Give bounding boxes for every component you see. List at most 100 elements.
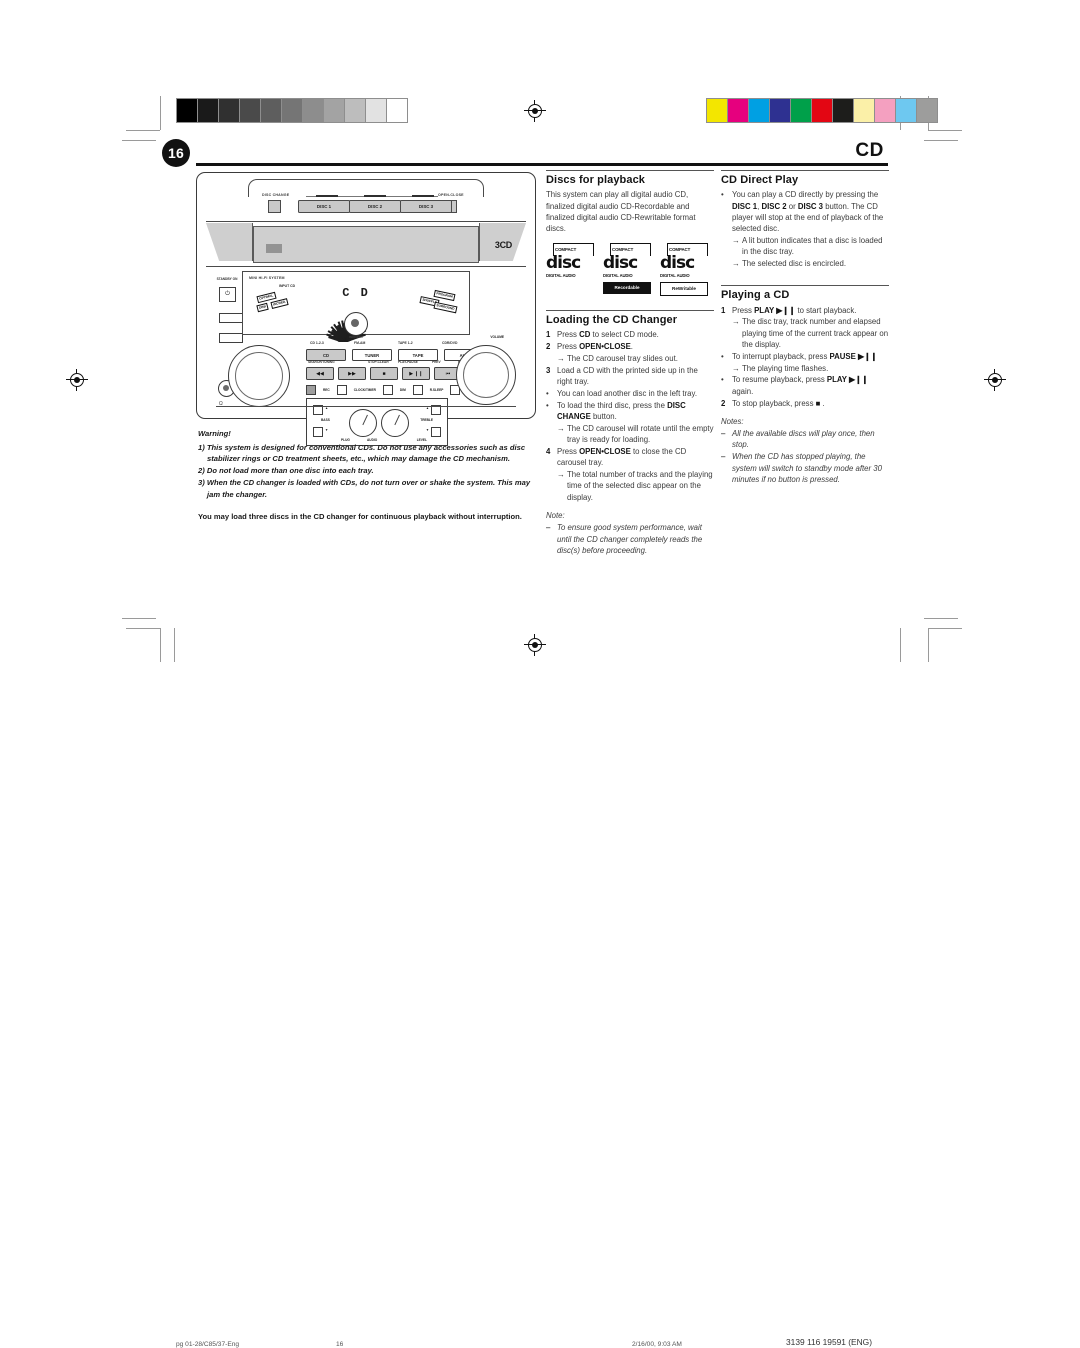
- section-rule: [721, 170, 889, 171]
- fast-forward-button[interactable]: ▶▶: [338, 367, 366, 380]
- step-marker: →: [557, 470, 565, 480]
- open-close-label: OPEN-CLOSE: [438, 193, 464, 197]
- stop-button[interactable]: ■: [370, 367, 398, 380]
- instruction-step: • To load the third disc, press the DISC …: [546, 400, 714, 423]
- page-footer: pg 01-28/C85/37-Eng 16 2/16/00, 9:03 AM …: [0, 703, 1080, 1348]
- text-column-right: CD Direct Play • You can play a CD direct…: [721, 170, 889, 486]
- source-caption-aux: CDR/DVD: [442, 341, 458, 345]
- bass-label: BASS: [321, 418, 330, 422]
- instruction-step: 3 Load a CD with the printed side up in t…: [546, 365, 714, 388]
- registration-mark-top: [524, 100, 546, 122]
- step-marker: 4: [546, 446, 551, 456]
- step-text: You can play a CD directly by pressing t…: [732, 190, 884, 234]
- calibration-swatch-4: [261, 99, 282, 122]
- transport-caption-stop: STOP-CLEAR: [368, 360, 389, 364]
- cd-logo-disc-word: disc: [660, 252, 695, 273]
- sleep-button[interactable]: [412, 385, 423, 395]
- record-indicator[interactable]: [306, 385, 316, 395]
- step-marker: →: [732, 259, 740, 269]
- section-heading: Playing a CD: [721, 289, 790, 302]
- calibration-swatch-7: [854, 99, 875, 122]
- section-heading: Discs for playback: [546, 174, 646, 186]
- cd-emblem: [266, 244, 282, 253]
- transport-caption-search: SEARCH/TUNING: [308, 360, 335, 364]
- rewind-button[interactable]: ◀◀: [306, 367, 334, 380]
- section-body: This system can play all digital audio C…: [546, 190, 696, 234]
- calibration-swatch-5: [812, 99, 833, 122]
- cd-logo: COMPACT disc DIGITAL AUDIO Recordable: [603, 243, 651, 296]
- disc-dash-2: [364, 195, 386, 198]
- step-text: The disc tray, track number and elapsed …: [742, 317, 889, 350]
- note-marker: –: [546, 523, 551, 533]
- instruction-step: → The CD carousel tray slides out.: [546, 353, 714, 364]
- disc-2-button[interactable]: DISC 2: [349, 200, 401, 213]
- carousel-face: [253, 226, 479, 263]
- calibration-swatch-1: [728, 99, 749, 122]
- calibration-swatch-3: [240, 99, 261, 122]
- note-block: Notes: – All the available discs will pla…: [721, 416, 889, 485]
- step-text: Press OPEN•CLOSE to close the CD carouse…: [557, 446, 687, 468]
- step-text: Press PLAY ▶❙❙ to start playback.: [732, 305, 857, 315]
- treble-label: TREBLE: [420, 418, 433, 422]
- cd-logo-digital-audio-label: DIGITAL AUDIO: [660, 272, 690, 278]
- instruction-step: → A lit button indicates that a disc is l…: [721, 235, 889, 258]
- step-marker: •: [721, 375, 724, 385]
- note-text: To ensure good system performance, wait …: [557, 523, 703, 555]
- mini-label-dim: DIM: [399, 388, 406, 392]
- standby-label: STANDBY ON: [216, 277, 238, 281]
- woofer-graphic: [344, 312, 368, 336]
- registration-mark-left: [66, 369, 88, 391]
- warning-list: 1) This system is designed for conventio…: [198, 442, 543, 501]
- step-text: The CD carousel tray slides out.: [567, 354, 678, 364]
- step-text: The playing time flashes.: [742, 363, 829, 373]
- calibration-swatch-0: [707, 99, 728, 122]
- power-standby-button[interactable]: ⏻: [219, 287, 236, 302]
- volume-knob[interactable]: [456, 345, 516, 405]
- warning-closing: You may load three discs in the CD chang…: [198, 511, 522, 521]
- phones-jack-box[interactable]: [219, 313, 243, 323]
- note-list: – All the available discs will play once,…: [721, 428, 889, 485]
- transport-caption-play: PLAY-PAUSE: [398, 360, 418, 364]
- clock-timer-button[interactable]: [336, 385, 347, 395]
- disc-1-button[interactable]: DISC 1: [298, 200, 350, 213]
- tuning-knob[interactable]: [228, 345, 290, 407]
- top-control-band: DISC CHANGE OPEN-CLOSE DISC 1 DISC 2 DIS…: [206, 179, 526, 219]
- mini-label-rec: REC: [323, 388, 330, 392]
- calibration-swatch-9: [896, 99, 917, 122]
- note-text: All the available discs will play once, …: [732, 429, 875, 450]
- document-page: 16 CD DISC CHANGE OPEN-CLOSE DISC 1 DISC…: [0, 0, 1080, 1348]
- note-heading: Note:: [546, 510, 565, 520]
- section-heading: CD Direct Play: [721, 174, 799, 186]
- step-text: Press OPEN•CLOSE.: [557, 342, 633, 352]
- front-panel: STANDBY ON ⏻ Ω MINI HI-FI SYSTEM C D OPT…: [206, 266, 526, 446]
- note-text: When the CD has stopped playing, the sys…: [732, 452, 882, 484]
- step-text: To load the third disc, press the DISC C…: [557, 400, 686, 422]
- color-calibration-strip: [706, 98, 938, 123]
- step-marker: 2: [721, 398, 726, 408]
- disc-3-button[interactable]: DISC 3: [400, 200, 452, 213]
- aux-in-box[interactable]: [219, 333, 243, 343]
- calibration-swatch-4: [791, 99, 812, 122]
- instruction-step: 1 Press CD to select CD mode.: [546, 329, 714, 340]
- step-list: 1 Press PLAY ▶❙❙ to start playback. → The d…: [721, 305, 889, 409]
- instruction-step: 1 Press PLAY ▶❙❙ to start playback.: [721, 305, 889, 316]
- step-marker: 1: [721, 305, 726, 315]
- step-text: The CD carousel will rotate until the em…: [567, 423, 714, 445]
- step-marker: →: [732, 235, 740, 245]
- registration-mark-bottom: [524, 634, 546, 656]
- instruction-step: 4 Press OPEN•CLOSE to close the CD carous…: [546, 446, 714, 469]
- dim-button[interactable]: [382, 385, 393, 395]
- calibration-swatch-5: [282, 99, 303, 122]
- transport-caption-prev: PREV: [432, 360, 441, 364]
- step-text: To stop playback, press ■ .: [732, 398, 825, 408]
- step-marker: →: [732, 363, 740, 373]
- play-pause-button[interactable]: ▶ ❙❙: [402, 367, 430, 380]
- disc-change-button[interactable]: [268, 200, 281, 213]
- calibration-swatch-0: [177, 99, 198, 122]
- volume-label: VOLUME: [490, 335, 504, 339]
- footer-timestamp: 2/16/00, 9:03 AM: [632, 1341, 682, 1348]
- instruction-step: → The disc tray, track number and elapsed…: [721, 316, 889, 350]
- instruction-step: 2 To stop playback, press ■ .: [721, 398, 889, 409]
- cd-carousel-tray[interactable]: 3CD: [206, 221, 526, 266]
- instruction-step: → The selected disc is encircled.: [721, 258, 889, 269]
